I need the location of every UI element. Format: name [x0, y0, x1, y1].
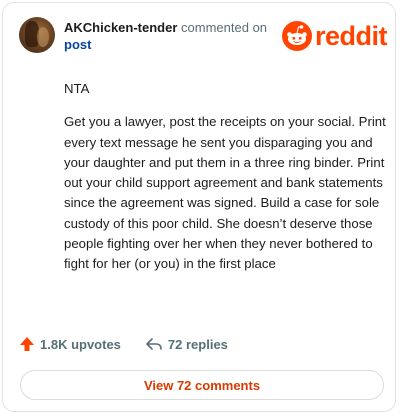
comment-body: NTA Get you a lawyer, post the receipts … — [64, 79, 386, 288]
reddit-wordmark: reddit — [315, 21, 388, 51]
action-text: commented on — [181, 20, 268, 35]
upvote-arrow-icon — [20, 337, 34, 351]
upvote-count: 1.8K upvotes — [40, 336, 121, 352]
comment-paragraph: Get you a lawyer, post the receipts on y… — [64, 114, 386, 272]
post-link[interactable]: post — [64, 37, 91, 52]
reply-count: 72 replies — [167, 336, 228, 352]
reply-arrow-icon — [146, 338, 162, 350]
replies-button[interactable]: 72 replies — [145, 336, 228, 352]
upvote-button[interactable]: 1.8K upvotes — [19, 336, 121, 352]
reddit-snoo-icon — [282, 21, 312, 51]
comment-paragraph: NTA — [64, 81, 90, 96]
reddit-logo[interactable]: reddit — [282, 21, 388, 51]
comment-card: AKChicken-tender commented on post reddi… — [2, 2, 396, 412]
comment-actions: 1.8K upvotes 72 replies — [19, 336, 228, 352]
avatar[interactable] — [19, 17, 55, 53]
username[interactable]: AKChicken-tender — [64, 20, 177, 35]
comment-header: AKChicken-tender commented on post — [64, 19, 284, 53]
view-comments-button[interactable]: View 72 comments — [20, 370, 384, 400]
